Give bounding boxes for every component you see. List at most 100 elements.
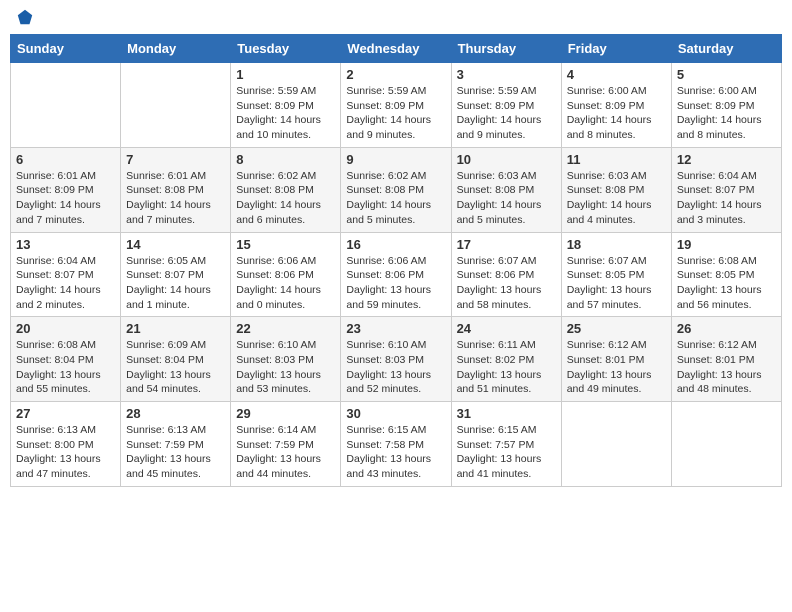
day-info: Sunrise: 6:08 AM Sunset: 8:05 PM Dayligh… <box>677 254 776 313</box>
weekday-header-row: SundayMondayTuesdayWednesdayThursdayFrid… <box>11 35 782 63</box>
day-info: Sunrise: 6:09 AM Sunset: 8:04 PM Dayligh… <box>126 338 225 397</box>
calendar-cell: 14 Sunrise: 6:05 AM Sunset: 8:07 PM Dayli… <box>121 232 231 317</box>
day-info: Sunrise: 6:10 AM Sunset: 8:03 PM Dayligh… <box>236 338 335 397</box>
day-info: Sunrise: 5:59 AM Sunset: 8:09 PM Dayligh… <box>346 84 445 143</box>
day-info: Sunrise: 6:05 AM Sunset: 8:07 PM Dayligh… <box>126 254 225 313</box>
day-number: 13 <box>16 237 115 252</box>
calendar-week-row: 1 Sunrise: 5:59 AM Sunset: 8:09 PM Daylig… <box>11 63 782 148</box>
weekday-header-sunday: Sunday <box>11 35 121 63</box>
day-number: 30 <box>346 406 445 421</box>
day-info: Sunrise: 6:15 AM Sunset: 7:57 PM Dayligh… <box>457 423 556 482</box>
day-number: 10 <box>457 152 556 167</box>
day-info: Sunrise: 6:11 AM Sunset: 8:02 PM Dayligh… <box>457 338 556 397</box>
day-number: 26 <box>677 321 776 336</box>
calendar-cell: 31 Sunrise: 6:15 AM Sunset: 7:57 PM Dayli… <box>451 402 561 487</box>
day-info: Sunrise: 6:02 AM Sunset: 8:08 PM Dayligh… <box>236 169 335 228</box>
day-info: Sunrise: 6:00 AM Sunset: 8:09 PM Dayligh… <box>677 84 776 143</box>
day-number: 21 <box>126 321 225 336</box>
calendar-cell: 8 Sunrise: 6:02 AM Sunset: 8:08 PM Daylig… <box>231 147 341 232</box>
calendar-cell: 19 Sunrise: 6:08 AM Sunset: 8:05 PM Dayli… <box>671 232 781 317</box>
calendar-cell: 28 Sunrise: 6:13 AM Sunset: 7:59 PM Dayli… <box>121 402 231 487</box>
calendar-cell: 15 Sunrise: 6:06 AM Sunset: 8:06 PM Dayli… <box>231 232 341 317</box>
day-number: 31 <box>457 406 556 421</box>
calendar-cell: 11 Sunrise: 6:03 AM Sunset: 8:08 PM Dayli… <box>561 147 671 232</box>
day-number: 14 <box>126 237 225 252</box>
day-info: Sunrise: 6:15 AM Sunset: 7:58 PM Dayligh… <box>346 423 445 482</box>
day-info: Sunrise: 6:06 AM Sunset: 8:06 PM Dayligh… <box>236 254 335 313</box>
day-info: Sunrise: 6:04 AM Sunset: 8:07 PM Dayligh… <box>677 169 776 228</box>
calendar-cell: 20 Sunrise: 6:08 AM Sunset: 8:04 PM Dayli… <box>11 317 121 402</box>
day-info: Sunrise: 6:07 AM Sunset: 8:05 PM Dayligh… <box>567 254 666 313</box>
day-number: 12 <box>677 152 776 167</box>
calendar-cell: 18 Sunrise: 6:07 AM Sunset: 8:05 PM Dayli… <box>561 232 671 317</box>
calendar-cell: 30 Sunrise: 6:15 AM Sunset: 7:58 PM Dayli… <box>341 402 451 487</box>
calendar-cell: 6 Sunrise: 6:01 AM Sunset: 8:09 PM Daylig… <box>11 147 121 232</box>
calendar-cell: 9 Sunrise: 6:02 AM Sunset: 8:08 PM Daylig… <box>341 147 451 232</box>
weekday-header-tuesday: Tuesday <box>231 35 341 63</box>
calendar-cell: 27Sunrise: 6:13 AM Sunset: 8:00 PM Dayli… <box>11 402 121 487</box>
day-info: Sunrise: 6:14 AM Sunset: 7:59 PM Dayligh… <box>236 423 335 482</box>
day-number: 28 <box>126 406 225 421</box>
day-number: 15 <box>236 237 335 252</box>
day-info: Sunrise: 6:06 AM Sunset: 8:06 PM Dayligh… <box>346 254 445 313</box>
calendar-week-row: 27Sunrise: 6:13 AM Sunset: 8:00 PM Dayli… <box>11 402 782 487</box>
day-info: Sunrise: 6:07 AM Sunset: 8:06 PM Dayligh… <box>457 254 556 313</box>
day-number: 3 <box>457 67 556 82</box>
day-number: 11 <box>567 152 666 167</box>
calendar-table: SundayMondayTuesdayWednesdayThursdayFrid… <box>10 34 782 487</box>
day-info: Sunrise: 6:03 AM Sunset: 8:08 PM Dayligh… <box>457 169 556 228</box>
day-number: 9 <box>346 152 445 167</box>
day-number: 5 <box>677 67 776 82</box>
calendar-cell: 2 Sunrise: 5:59 AM Sunset: 8:09 PM Daylig… <box>341 63 451 148</box>
day-info: Sunrise: 6:00 AM Sunset: 8:09 PM Dayligh… <box>567 84 666 143</box>
day-number: 20 <box>16 321 115 336</box>
day-number: 23 <box>346 321 445 336</box>
day-number: 22 <box>236 321 335 336</box>
calendar-cell: 24 Sunrise: 6:11 AM Sunset: 8:02 PM Dayli… <box>451 317 561 402</box>
calendar-cell: 3 Sunrise: 5:59 AM Sunset: 8:09 PM Daylig… <box>451 63 561 148</box>
logo <box>14 10 34 26</box>
calendar-cell: 12 Sunrise: 6:04 AM Sunset: 8:07 PM Dayli… <box>671 147 781 232</box>
day-number: 8 <box>236 152 335 167</box>
day-info: Sunrise: 6:02 AM Sunset: 8:08 PM Dayligh… <box>346 169 445 228</box>
calendar-week-row: 6 Sunrise: 6:01 AM Sunset: 8:09 PM Daylig… <box>11 147 782 232</box>
day-number: 29 <box>236 406 335 421</box>
calendar-cell: 10 Sunrise: 6:03 AM Sunset: 8:08 PM Dayli… <box>451 147 561 232</box>
day-info: Sunrise: 5:59 AM Sunset: 8:09 PM Dayligh… <box>236 84 335 143</box>
calendar-cell <box>11 63 121 148</box>
calendar-week-row: 20 Sunrise: 6:08 AM Sunset: 8:04 PM Dayli… <box>11 317 782 402</box>
day-number: 19 <box>677 237 776 252</box>
day-number: 25 <box>567 321 666 336</box>
calendar-cell: 22 Sunrise: 6:10 AM Sunset: 8:03 PM Dayli… <box>231 317 341 402</box>
calendar-cell <box>561 402 671 487</box>
calendar-cell: 1 Sunrise: 5:59 AM Sunset: 8:09 PM Daylig… <box>231 63 341 148</box>
logo-icon <box>16 8 34 26</box>
calendar-cell: 25 Sunrise: 6:12 AM Sunset: 8:01 PM Dayli… <box>561 317 671 402</box>
calendar-cell: 16Sunrise: 6:06 AM Sunset: 8:06 PM Dayli… <box>341 232 451 317</box>
day-info: Sunrise: 6:12 AM Sunset: 8:01 PM Dayligh… <box>677 338 776 397</box>
day-info: Sunrise: 6:03 AM Sunset: 8:08 PM Dayligh… <box>567 169 666 228</box>
weekday-header-saturday: Saturday <box>671 35 781 63</box>
weekday-header-wednesday: Wednesday <box>341 35 451 63</box>
day-info: Sunrise: 6:01 AM Sunset: 8:08 PM Dayligh… <box>126 169 225 228</box>
day-info: Sunrise: 6:13 AM Sunset: 7:59 PM Dayligh… <box>126 423 225 482</box>
day-number: 1 <box>236 67 335 82</box>
weekday-header-monday: Monday <box>121 35 231 63</box>
day-info: Sunrise: 5:59 AM Sunset: 8:09 PM Dayligh… <box>457 84 556 143</box>
calendar-cell: 17Sunrise: 6:07 AM Sunset: 8:06 PM Dayli… <box>451 232 561 317</box>
calendar-cell: 29 Sunrise: 6:14 AM Sunset: 7:59 PM Dayli… <box>231 402 341 487</box>
day-number: 4 <box>567 67 666 82</box>
page-header <box>10 10 782 26</box>
day-info: Sunrise: 6:08 AM Sunset: 8:04 PM Dayligh… <box>16 338 115 397</box>
day-info: Sunrise: 6:01 AM Sunset: 8:09 PM Dayligh… <box>16 169 115 228</box>
calendar-cell: 4 Sunrise: 6:00 AM Sunset: 8:09 PM Daylig… <box>561 63 671 148</box>
day-number: 24 <box>457 321 556 336</box>
calendar-cell: 7Sunrise: 6:01 AM Sunset: 8:08 PM Daylig… <box>121 147 231 232</box>
day-number: 2 <box>346 67 445 82</box>
day-info: Sunrise: 6:04 AM Sunset: 8:07 PM Dayligh… <box>16 254 115 313</box>
calendar-week-row: 13 Sunrise: 6:04 AM Sunset: 8:07 PM Dayli… <box>11 232 782 317</box>
day-number: 6 <box>16 152 115 167</box>
calendar-cell <box>121 63 231 148</box>
day-number: 18 <box>567 237 666 252</box>
day-info: Sunrise: 6:12 AM Sunset: 8:01 PM Dayligh… <box>567 338 666 397</box>
